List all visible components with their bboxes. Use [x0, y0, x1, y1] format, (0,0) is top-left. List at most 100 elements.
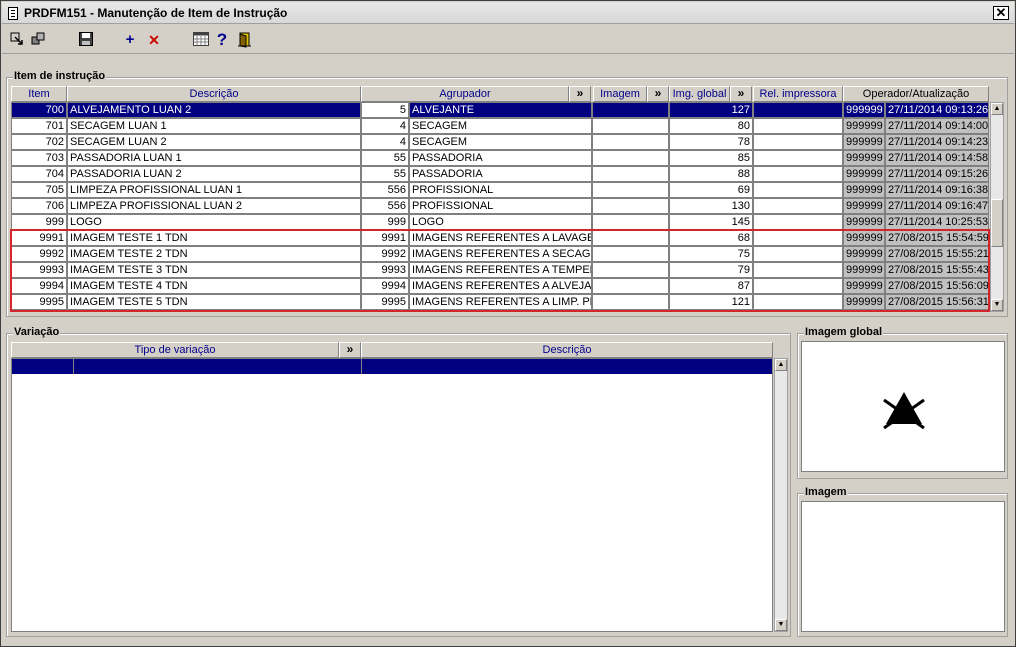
cell-operador[interactable]: 999999	[843, 262, 885, 278]
copy-icon[interactable]	[30, 32, 48, 48]
cell-rel-impressora[interactable]	[753, 278, 843, 294]
tipo-variacao-more-button[interactable]: »	[339, 342, 361, 358]
cell-operador[interactable]: 999999	[843, 214, 885, 230]
cell-agrupador-desc[interactable]: SECAGEM	[409, 118, 592, 134]
cell-item[interactable]: 703	[11, 150, 67, 166]
cell-descricao[interactable]: LIMPEZA PROFISSIONAL LUAN 1	[67, 182, 361, 198]
imagem-panel[interactable]	[801, 501, 1005, 632]
cell-agrupador-desc[interactable]: IMAGENS REFERENTES A LIMP. PROF	[409, 294, 592, 310]
cell-agrupador-desc[interactable]: PROFISSIONAL	[409, 198, 592, 214]
close-button[interactable]: ✕	[993, 6, 1009, 20]
cell-atualizacao[interactable]: 27/08/2015 15:55:43	[885, 262, 989, 278]
cell-atualizacao[interactable]: 27/08/2015 15:56:31	[885, 294, 989, 310]
cell-item[interactable]: 9992	[11, 246, 67, 262]
cell-atualizacao[interactable]: 27/11/2014 09:13:26	[885, 102, 989, 118]
cell-atualizacao[interactable]: 27/11/2014 09:14:23	[885, 134, 989, 150]
cell-agrupador-desc[interactable]: IMAGENS REFERENTES A SECAGEM	[409, 246, 592, 262]
cell-imagem[interactable]	[592, 166, 669, 182]
cell-item[interactable]: 704	[11, 166, 67, 182]
col-img-global-header[interactable]: Img. global	[669, 86, 730, 102]
cell-agrupador-code[interactable]: 55	[361, 150, 409, 166]
cell-descricao[interactable]: PASSADORIA LUAN 1	[67, 150, 361, 166]
cell-imagem[interactable]	[592, 150, 669, 166]
delete-icon[interactable]: ✕	[145, 32, 163, 48]
cell-atualizacao[interactable]: 27/11/2014 10:25:53	[885, 214, 989, 230]
cell-descricao[interactable]: LOGO	[67, 214, 361, 230]
col-imagem-header[interactable]: Imagem	[593, 86, 647, 102]
cell-rel-impressora[interactable]	[753, 230, 843, 246]
cell-agrupador-desc[interactable]: PROFISSIONAL	[409, 182, 592, 198]
item-grid-scrollbar[interactable]: ▲ ▼	[990, 102, 1004, 312]
cell-descricao[interactable]: IMAGEM TESTE 1 TDN	[67, 230, 361, 246]
cell-operador[interactable]: 999999	[843, 134, 885, 150]
cell-item[interactable]: 9995	[11, 294, 67, 310]
cell-item[interactable]: 701	[11, 118, 67, 134]
cell-item[interactable]: 706	[11, 198, 67, 214]
cell-img-global[interactable]: 75	[669, 246, 753, 262]
cell-atualizacao[interactable]: 27/11/2014 09:15:26	[885, 166, 989, 182]
cell-rel-impressora[interactable]	[753, 294, 843, 310]
cell-operador[interactable]: 999999	[843, 198, 885, 214]
cell-operador[interactable]: 999999	[843, 182, 885, 198]
cell-imagem[interactable]	[592, 182, 669, 198]
cell-operador[interactable]: 999999	[843, 294, 885, 310]
cell-rel-impressora[interactable]	[753, 150, 843, 166]
back-icon[interactable]	[8, 32, 26, 48]
cell-descricao[interactable]: IMAGEM TESTE 5 TDN	[67, 294, 361, 310]
cell-agrupador-desc[interactable]: IMAGENS REFERENTES A ALVEJANT	[409, 278, 592, 294]
cell-item[interactable]: 9993	[11, 262, 67, 278]
col-tipo-variacao-header[interactable]: Tipo de variação	[11, 342, 339, 358]
cell-descricao[interactable]: SECAGEM LUAN 1	[67, 118, 361, 134]
cell-agrupador-code[interactable]: 4	[361, 118, 409, 134]
img-global-more-button[interactable]: »	[730, 86, 752, 102]
calendar-grid-icon[interactable]	[192, 32, 210, 48]
variacao-row-descricao-cell[interactable]	[362, 359, 772, 374]
cell-agrupador-desc[interactable]: LOGO	[409, 214, 592, 230]
cell-img-global[interactable]: 78	[669, 134, 753, 150]
cell-atualizacao[interactable]: 27/11/2014 09:14:00	[885, 118, 989, 134]
col-rel-impressora-header[interactable]: Rel. impressora	[753, 86, 843, 102]
add-icon[interactable]: +	[121, 32, 139, 48]
cell-agrupador-code[interactable]: 9995	[361, 294, 409, 310]
cell-imagem[interactable]	[592, 294, 669, 310]
cell-img-global[interactable]: 130	[669, 198, 753, 214]
cell-imagem[interactable]	[592, 118, 669, 134]
cell-img-global[interactable]: 80	[669, 118, 753, 134]
cell-agrupador-code[interactable]: 556	[361, 198, 409, 214]
cell-agrupador-desc[interactable]: SECAGEM	[409, 134, 592, 150]
cell-rel-impressora[interactable]	[753, 198, 843, 214]
cell-agrupador-code[interactable]: 9992	[361, 246, 409, 262]
cell-rel-impressora[interactable]	[753, 246, 843, 262]
cell-agrupador-code[interactable]: 9991	[361, 230, 409, 246]
cell-imagem[interactable]	[592, 214, 669, 230]
cell-descricao[interactable]: IMAGEM TESTE 4 TDN	[67, 278, 361, 294]
cell-atualizacao[interactable]: 27/08/2015 15:55:21	[885, 246, 989, 262]
cell-imagem[interactable]	[592, 102, 669, 118]
cell-descricao[interactable]: IMAGEM TESTE 2 TDN	[67, 246, 361, 262]
cell-agrupador-desc[interactable]: PASSADORIA	[409, 150, 592, 166]
cell-descricao[interactable]: PASSADORIA LUAN 2	[67, 166, 361, 182]
cell-descricao[interactable]: SECAGEM LUAN 2	[67, 134, 361, 150]
cell-atualizacao[interactable]: 27/11/2014 09:14:58	[885, 150, 989, 166]
cell-img-global[interactable]: 127	[669, 102, 753, 118]
cell-item[interactable]: 700	[11, 102, 67, 118]
cell-operador[interactable]: 999999	[843, 230, 885, 246]
cell-agrupador-code[interactable]: 999	[361, 214, 409, 230]
imagem-more-button[interactable]: »	[647, 86, 669, 102]
cell-atualizacao[interactable]: 27/11/2014 09:16:38	[885, 182, 989, 198]
cell-descricao[interactable]: IMAGEM TESTE 3 TDN	[67, 262, 361, 278]
cell-rel-impressora[interactable]	[753, 262, 843, 278]
cell-img-global[interactable]: 145	[669, 214, 753, 230]
cell-operador[interactable]: 999999	[843, 166, 885, 182]
cell-operador[interactable]: 999999	[843, 102, 885, 118]
cell-agrupador-code[interactable]: 9993	[361, 262, 409, 278]
cell-item[interactable]: 702	[11, 134, 67, 150]
cell-agrupador-desc[interactable]: IMAGENS REFERENTES A TEMPERAT	[409, 262, 592, 278]
exit-door-icon[interactable]	[236, 32, 254, 48]
cell-imagem[interactable]	[592, 246, 669, 262]
cell-img-global[interactable]: 79	[669, 262, 753, 278]
cell-item[interactable]: 999	[11, 214, 67, 230]
cell-img-global[interactable]: 88	[669, 166, 753, 182]
col-item-header[interactable]: Item	[11, 86, 67, 102]
cell-rel-impressora[interactable]	[753, 102, 843, 118]
